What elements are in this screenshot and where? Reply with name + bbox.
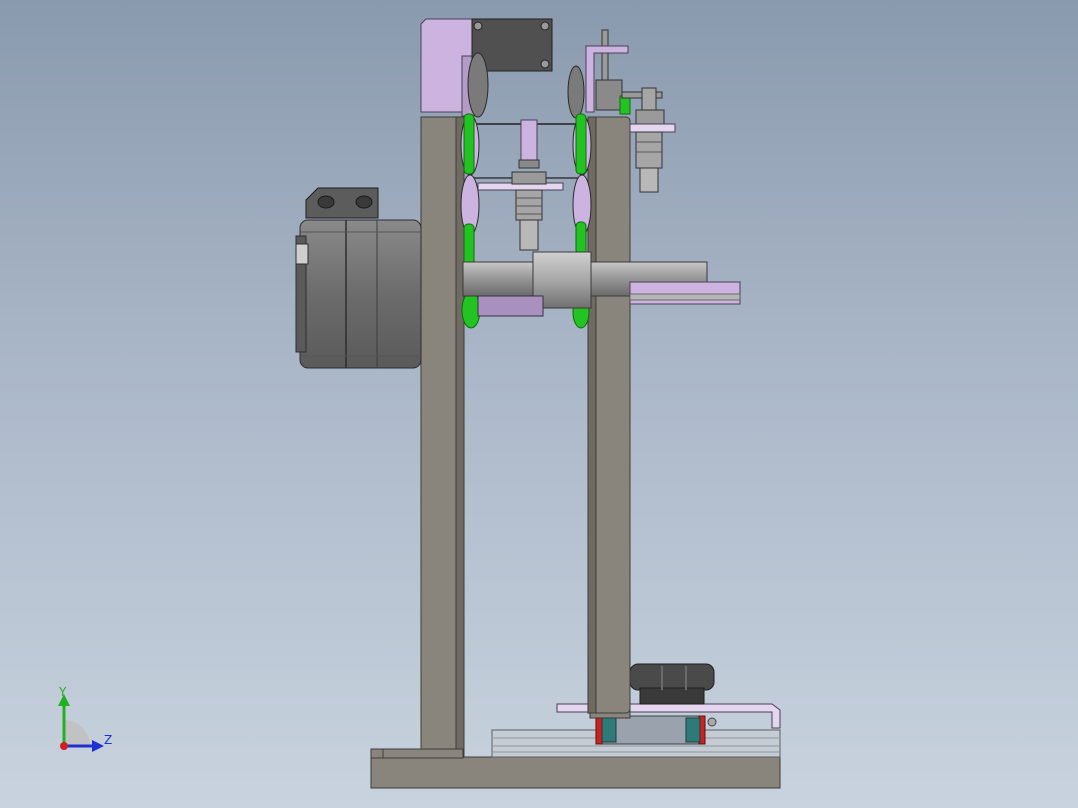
z-axis-label: Z [104, 733, 112, 747]
view-orientation-triad[interactable]: Y Z [44, 684, 124, 754]
left-side-plate[interactable] [382, 116, 465, 759]
cad-graphics-area[interactable]: Y Z [0, 0, 1078, 808]
motor-connector[interactable] [305, 187, 379, 219]
right-side-plate[interactable] [587, 116, 631, 714]
servo-motor[interactable] [295, 219, 422, 369]
z-axis-arrow-head [92, 740, 104, 752]
center-sensor[interactable] [477, 119, 564, 251]
x-axis-dot [60, 742, 68, 750]
y-axis-label: Y [58, 685, 67, 699]
right-sensor[interactable] [629, 87, 676, 193]
top-left-bracket[interactable] [420, 18, 475, 117]
clamp-knob[interactable] [629, 663, 715, 705]
rail-carriage[interactable] [595, 715, 717, 745]
assembly-model[interactable] [0, 0, 1078, 808]
triad-plane [64, 720, 90, 746]
